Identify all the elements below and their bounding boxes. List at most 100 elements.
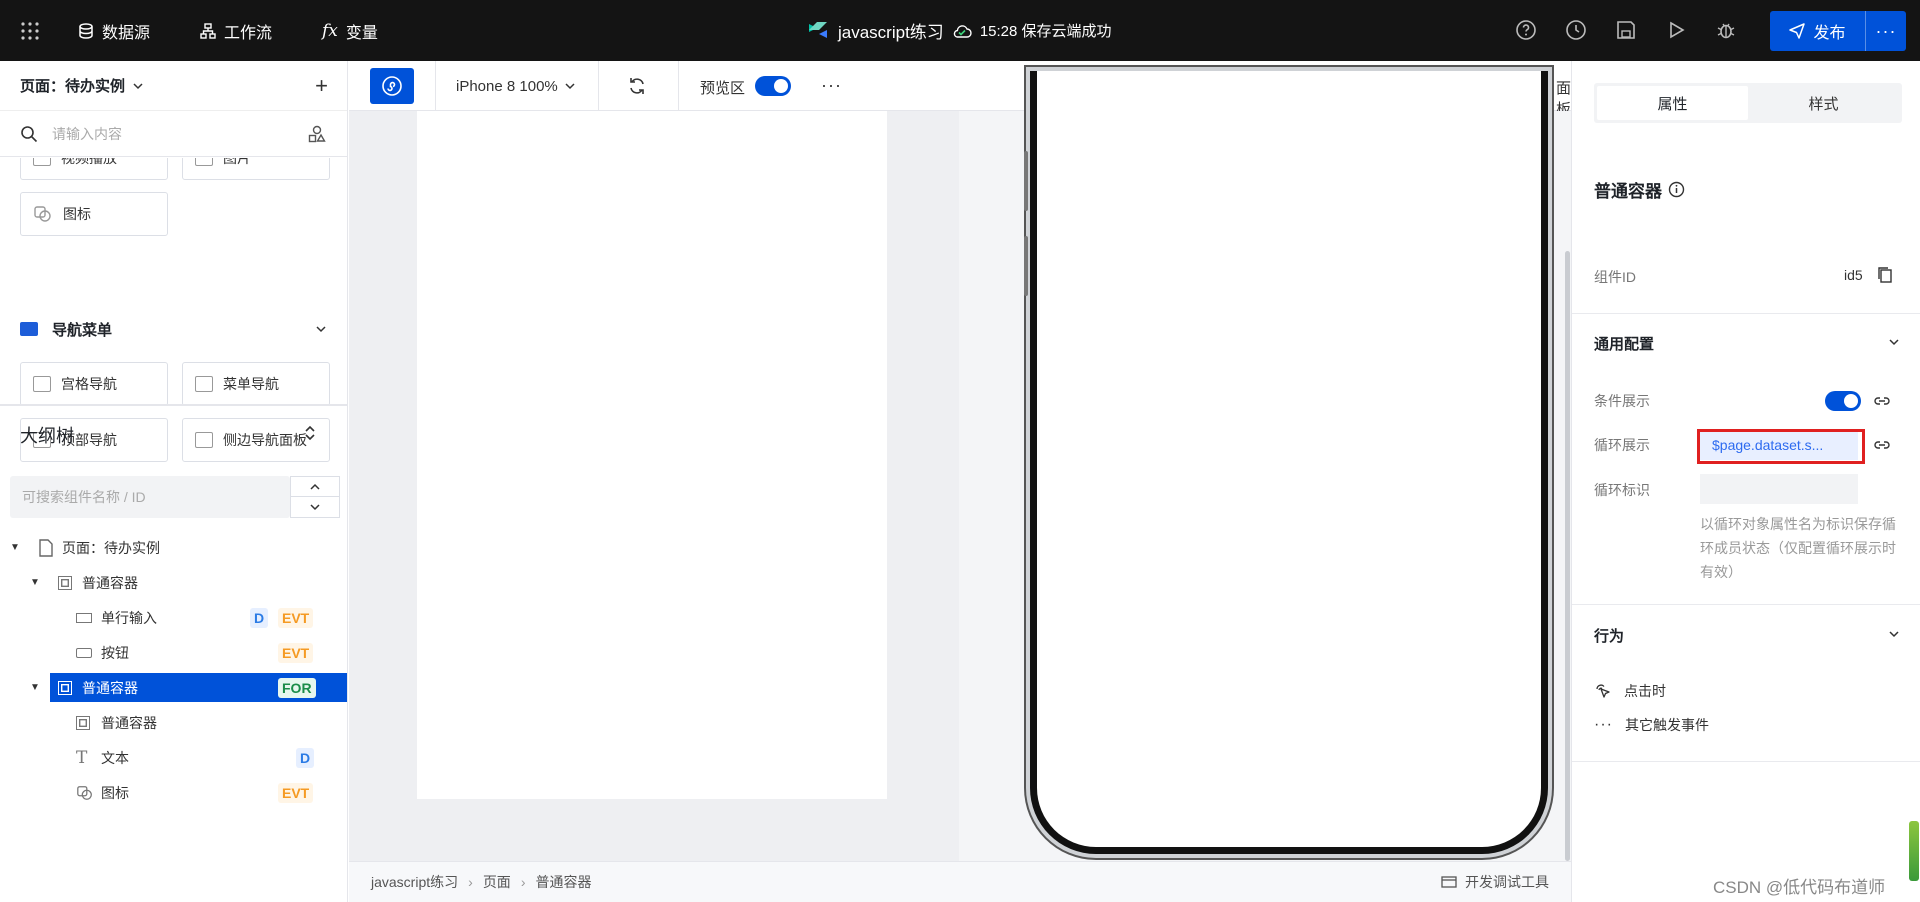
container-icon [58,575,72,590]
bug-icon[interactable] [1715,19,1737,41]
divider [1572,313,1920,314]
info-icon[interactable] [1668,181,1685,198]
page-selector[interactable]: 页面：待办实例 + [0,61,347,111]
tree-row-label: 普通容器 [101,714,157,731]
canvas-scrollbar[interactable] [1565,251,1570,861]
on-click-event[interactable]: 点击时 [1594,681,1666,701]
bottom-bar: javascript练习 › 页面 › 普通容器 开发调试工具 [349,861,1571,902]
device-selector[interactable]: iPhone 8 100% [456,61,576,111]
page-preview[interactable] [417,111,887,799]
save-icon[interactable] [1615,19,1637,41]
container-icon [76,715,90,730]
mini-program-button[interactable] [370,68,414,104]
nav-variables[interactable]: fx 变量 [322,0,378,61]
component-video-label: 视频播放 [61,158,117,166]
top-bar: 数据源 工作流 fx 变量 javascript练习 15:28 保存云端成功 … [0,0,1920,61]
component-icon-label: 图标 [63,206,91,222]
component-image[interactable]: 图片 [182,158,330,180]
tree-row-container-selected[interactable]: ▼ 普通容器 FOR [0,670,347,705]
preview-toggle[interactable] [755,76,791,96]
outline-search-prev-button[interactable] [290,476,340,497]
link-icon[interactable] [1873,395,1891,407]
breadcrumb-app[interactable]: javascript练习 [371,872,458,892]
cond-show-toggle[interactable] [1825,391,1861,411]
search-icon [21,125,38,142]
tree-row-container-2[interactable]: 普通容器 [0,705,347,740]
publish-button[interactable]: 发布 [1770,11,1866,51]
outline-search-next-button[interactable] [290,497,340,518]
app-name[interactable]: javascript练习 [838,18,944,43]
tree-row-label: 普通容器 [82,574,138,591]
more-button[interactable]: ··· [821,75,842,96]
breadcrumb-page[interactable]: 页面 [483,872,511,892]
component-icon[interactable]: 图标 [20,192,168,236]
caret-down-icon[interactable]: ▼ [30,577,40,588]
nav-variables-label: 变量 [345,24,378,42]
publish-button-group: 发布 ··· [1770,11,1906,51]
tab-properties[interactable]: 属性 [1597,86,1748,120]
tag-evt: EVT [278,607,314,628]
outline-title: 大纲树 [20,426,74,446]
nav-menu-group-icon [20,322,38,336]
tree-row-button[interactable]: 按钮 EVT [0,635,347,670]
breadcrumb-component[interactable]: 普通容器 [535,872,591,892]
nav-workflow[interactable]: 工作流 [200,0,272,61]
tree-row-container-1[interactable]: ▼ 普通容器 [0,565,347,600]
component-grid-nav[interactable]: 宫格导航 [20,362,168,406]
copy-icon[interactable] [1877,266,1893,284]
app-grid-button[interactable] [20,0,40,61]
loop-key-input[interactable] [1700,474,1858,504]
property-tabs: 属性 样式 [1594,83,1902,123]
tree-row-label: 文本 [101,749,129,766]
devtools-icon [1441,876,1457,888]
tag-evt: EVT [278,642,314,663]
component-search[interactable]: 请输入内容 [0,111,347,157]
tree-row-icon[interactable]: 图标 EVT [0,775,347,810]
component-video[interactable]: 视频播放 [20,158,168,180]
caret-down-icon[interactable]: ▼ [30,682,40,693]
tree-row-text[interactable]: T 文本 D [0,740,347,775]
chevron-down-icon [316,326,326,333]
shapes-icon[interactable] [308,125,326,143]
toolbar-divider [598,61,599,111]
help-icon[interactable] [1515,19,1537,41]
component-id-value: id5 [1844,267,1863,283]
component-menu-nav[interactable]: 菜单导航 [182,362,330,406]
devtools-button[interactable]: 开发调试工具 [1441,872,1549,892]
loop-show-label: 循环展示 [1594,437,1650,453]
link-icon[interactable] [1873,439,1891,451]
preview-label: 预览区 [700,80,746,97]
send-icon [1789,23,1806,39]
general-config-title: 通用配置 [1594,336,1655,353]
add-page-button[interactable]: + [315,73,328,99]
tag-for: FOR [278,677,316,698]
other-events[interactable]: ··· 其它触发事件 [1594,715,1709,735]
outline-section: 大纲树 可搜索组件名称 / ID ▼ 页面：待办实例 ▼ 普通容器 单行输入 D… [0,404,347,902]
refresh-icon[interactable] [627,76,647,96]
behavior-header[interactable]: 行为 [1572,617,1920,657]
component-title-label: 普通容器 [1594,182,1662,201]
page-selector-label: 页面：待办实例 [20,78,126,95]
tree-row-page[interactable]: ▼ 页面：待办实例 [0,530,347,565]
on-click-label: 点击时 [1624,683,1666,699]
history-icon[interactable] [1565,19,1587,41]
nav-datasource[interactable]: 数据源 [78,0,150,61]
play-icon[interactable] [1665,19,1687,41]
database-icon [79,22,93,39]
tree-row-label: 页面：待办实例 [62,539,160,556]
nav-menu-group-header[interactable]: 导航菜单 [20,318,328,340]
breadcrumb-separator: › [468,874,473,890]
nav-workflow-label: 工作流 [224,24,273,42]
general-config-header[interactable]: 通用配置 [1572,325,1920,365]
publish-more-button[interactable]: ··· [1866,21,1906,42]
tab-styles[interactable]: 样式 [1748,86,1899,120]
chevron-down-icon [133,82,143,89]
app-logo-icon [809,21,827,38]
chevron-down-icon [310,504,320,511]
expand-collapse-icon[interactable] [302,424,318,442]
caret-down-icon[interactable]: ▼ [10,542,20,553]
page-icon [39,538,53,557]
tree-row-input[interactable]: 单行输入 D EVT [0,600,347,635]
outline-search-input[interactable]: 可搜索组件名称 / ID [10,476,290,518]
button-icon [76,647,92,658]
